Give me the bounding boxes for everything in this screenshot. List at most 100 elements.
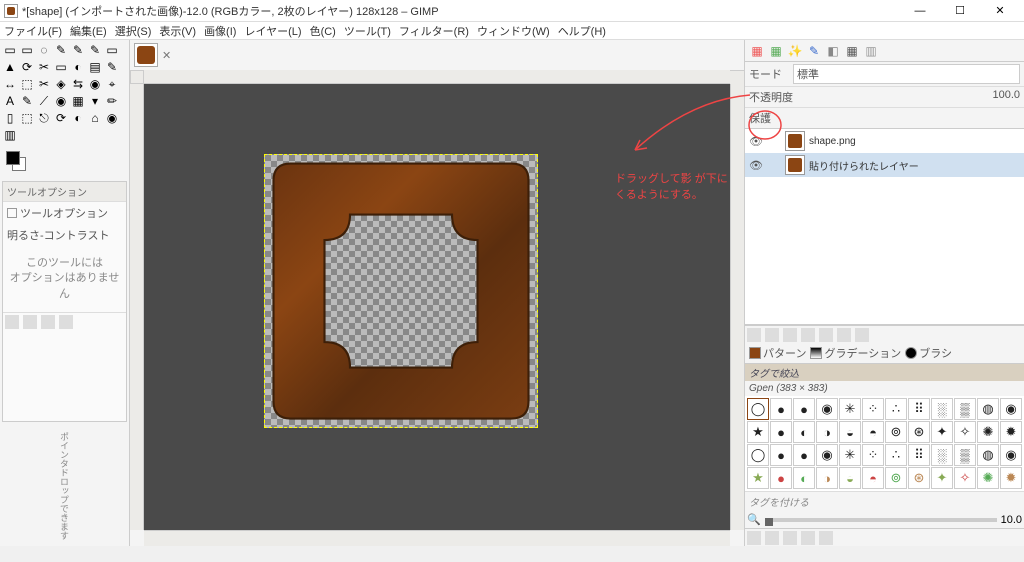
menu-edit[interactable]: 編集(E) <box>70 23 107 39</box>
tag-add-row[interactable]: タグを付ける <box>745 491 1024 511</box>
brush-preset[interactable]: ● <box>770 421 792 443</box>
menu-view[interactable]: 表示(V) <box>159 23 196 39</box>
dock-tab-icon[interactable]: ◧ <box>825 43 841 59</box>
dock-tab-icon[interactable]: ▦ <box>749 43 765 59</box>
menu-image[interactable]: 画像(I) <box>204 23 236 39</box>
tool-icon[interactable]: ⟳ <box>53 110 69 126</box>
brush-preset[interactable]: ⊛ <box>908 467 930 489</box>
brush-preset[interactable]: ⁘ <box>862 398 884 420</box>
brush-preset[interactable]: ⠿ <box>908 398 930 420</box>
layer-btn-icon[interactable] <box>819 328 833 342</box>
brush-preset[interactable]: ● <box>793 444 815 466</box>
brush-preset[interactable]: ◉ <box>1000 398 1022 420</box>
brush-preset[interactable]: ▒ <box>954 444 976 466</box>
brush-preset[interactable]: ▒ <box>954 398 976 420</box>
brush-preset[interactable]: ◍ <box>977 398 999 420</box>
tool-icon[interactable]: ▲ <box>2 59 18 75</box>
brush-preset[interactable]: ● <box>770 398 792 420</box>
color-swatches[interactable] <box>6 151 36 171</box>
tool-icon[interactable]: ▭ <box>19 42 35 58</box>
brush-preset[interactable]: ✳ <box>839 444 861 466</box>
pattern-tab[interactable]: パターン <box>749 345 806 361</box>
tool-icon[interactable]: ⌂ <box>87 110 103 126</box>
tool-options-tab[interactable]: ツールオプション <box>3 202 126 224</box>
tool-icon[interactable]: ◐ <box>70 110 86 126</box>
layer-btn-icon[interactable] <box>801 328 815 342</box>
tool-icon[interactable]: ▭ <box>53 59 69 75</box>
brush-preset[interactable]: ★ <box>747 467 769 489</box>
tool-icon[interactable]: ✎ <box>19 93 35 109</box>
brush-preset[interactable]: ∴ <box>885 444 907 466</box>
brush-btn-icon[interactable] <box>819 531 833 545</box>
tool-icon[interactable]: ◉ <box>87 76 103 92</box>
tool-icon[interactable]: ✎ <box>70 42 86 58</box>
tool-icon[interactable]: ▦ <box>70 93 86 109</box>
brush-preset[interactable]: ◯ <box>747 398 769 420</box>
tool-icon[interactable]: ▤ <box>87 59 103 75</box>
brush-btn-icon[interactable] <box>783 531 797 545</box>
brush-btn-icon[interactable] <box>747 531 761 545</box>
brush-preset[interactable]: ◓ <box>862 467 884 489</box>
brush-preset[interactable]: ░ <box>931 398 953 420</box>
dock-tab-icon[interactable]: ▥ <box>863 43 879 59</box>
brush-preset[interactable]: ✺ <box>977 421 999 443</box>
gradient-tab[interactable]: グラデーション <box>810 345 901 361</box>
tool-icon[interactable]: ◌ <box>36 42 52 58</box>
tool-icon[interactable]: ✎ <box>87 42 103 58</box>
brush-preset[interactable]: ✧ <box>954 421 976 443</box>
fg-color[interactable] <box>6 151 20 165</box>
tool-icon[interactable]: ◉ <box>53 93 69 109</box>
brush-preset[interactable]: ● <box>793 398 815 420</box>
opt-icon[interactable] <box>59 315 73 329</box>
document-tab[interactable] <box>134 43 158 67</box>
brush-preset[interactable]: ✹ <box>1000 421 1022 443</box>
layer-name[interactable]: 貼り付けられたレイヤー <box>809 158 919 173</box>
menu-windows[interactable]: ウィンドウ(W) <box>477 23 550 39</box>
tag-filter-row[interactable]: タグで絞込 <box>745 364 1024 381</box>
brush-preset[interactable]: ✧ <box>954 467 976 489</box>
brush-preset[interactable]: ⁘ <box>862 444 884 466</box>
tool-icon[interactable]: ✂ <box>36 76 52 92</box>
brush-preset[interactable]: ★ <box>747 421 769 443</box>
menu-tools[interactable]: ツール(T) <box>344 23 391 39</box>
tool-icon[interactable]: ◐ <box>70 59 86 75</box>
tool-icon[interactable]: ⇆ <box>70 76 86 92</box>
close-button[interactable]: ✕ <box>980 1 1020 21</box>
brush-btn-icon[interactable] <box>801 531 815 545</box>
brush-preset[interactable]: ⊚ <box>885 421 907 443</box>
blend-mode-select[interactable]: 標準 <box>793 64 1020 84</box>
brush-preset[interactable]: ◉ <box>1000 444 1022 466</box>
dock-tab-icon[interactable]: ▦ <box>768 43 784 59</box>
brush-preset[interactable]: ◐ <box>793 421 815 443</box>
menu-filters[interactable]: フィルター(R) <box>399 23 469 39</box>
brush-preset[interactable]: ✦ <box>931 421 953 443</box>
zoom-icon[interactable]: 🔍 <box>747 513 761 526</box>
tab-close-icon[interactable]: ✕ <box>162 49 171 62</box>
tool-icon[interactable]: ⬚ <box>19 76 35 92</box>
tool-icon[interactable]: ✂ <box>36 59 52 75</box>
brush-preset[interactable]: ⊚ <box>885 467 907 489</box>
ruler-vertical[interactable] <box>130 84 144 530</box>
brush-tab[interactable]: ブラシ <box>905 345 952 361</box>
brush-preset[interactable]: ● <box>770 467 792 489</box>
brush-preset[interactable]: ✹ <box>1000 467 1022 489</box>
brush-preset[interactable]: ✺ <box>977 467 999 489</box>
menu-help[interactable]: ヘルプ(H) <box>558 23 606 39</box>
brush-preset[interactable]: ∴ <box>885 398 907 420</box>
brush-preset[interactable]: ◒ <box>839 467 861 489</box>
layer-btn-icon[interactable] <box>783 328 797 342</box>
opt-icon[interactable] <box>5 315 19 329</box>
layer-btn-icon[interactable] <box>747 328 761 342</box>
tool-icon[interactable]: ↔ <box>2 76 18 92</box>
tool-icon[interactable]: ▭ <box>2 42 18 58</box>
menu-file[interactable]: ファイル(F) <box>4 23 62 39</box>
zoom-slider[interactable] <box>765 518 997 522</box>
menu-select[interactable]: 選択(S) <box>115 23 152 39</box>
menu-layer[interactable]: レイヤー(L) <box>244 23 301 39</box>
maximize-button[interactable]: ☐ <box>940 1 980 21</box>
tool-icon[interactable]: ⬚ <box>19 110 35 126</box>
brush-preset[interactable]: ◑ <box>816 421 838 443</box>
opt-icon[interactable] <box>23 315 37 329</box>
tool-icon[interactable]: ✎ <box>53 42 69 58</box>
tool-icon[interactable]: ▾ <box>87 93 103 109</box>
